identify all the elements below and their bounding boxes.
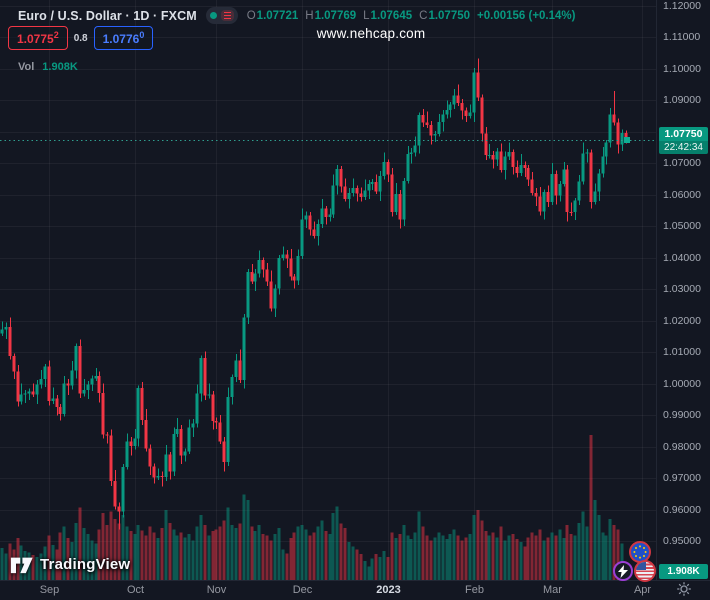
price-axis-label: 0.97000: [663, 472, 707, 484]
tradingview-mark-icon: [10, 555, 34, 574]
price-axis-label: 1.01000: [663, 346, 707, 358]
current-price-value: 1.07750: [659, 127, 708, 141]
realtime-lightning-icon[interactable]: [613, 561, 633, 581]
price-axis-label: 1.03000: [663, 283, 707, 295]
price-axis-label: 1.10000: [663, 63, 707, 75]
visibility-dot-icon: [210, 12, 217, 19]
bar-countdown: 22:42:34: [659, 141, 708, 154]
time-axis-label: Mar: [531, 584, 575, 596]
close-value: 1.07750: [428, 10, 470, 22]
usd-flag-icon[interactable]: [634, 560, 656, 582]
time-axis-label: Dec: [281, 584, 325, 596]
current-price-line: [0, 140, 656, 141]
price-axis-label: 1.04000: [663, 252, 707, 264]
open-value: 1.07721: [257, 10, 299, 22]
volume-value: 1.908K: [42, 61, 77, 73]
change-value: +0.00156 (+0.14%): [477, 10, 575, 22]
low-label: L: [363, 10, 369, 22]
price-axis-label: 1.02000: [663, 315, 707, 327]
price-axis-label: 0.95000: [663, 535, 707, 547]
price-axis-label: 1.00000: [663, 378, 707, 390]
price-axis-label: 1.06000: [663, 189, 707, 201]
tradingview-chart-window: 1.07750 22:42:34 1.908K Euro / U.S. Doll…: [0, 0, 710, 600]
watermark: www.nehcap.com: [317, 26, 426, 41]
current-price-tag[interactable]: 1.07750 22:42:34: [659, 127, 708, 154]
time-axis-label: 2023: [367, 584, 411, 596]
price-axis-label: 1.12000: [663, 0, 707, 12]
time-axis-label: Oct: [114, 584, 158, 596]
price-axis[interactable]: 1.120001.110001.100001.090001.080001.070…: [657, 0, 710, 580]
price-axis-label: 0.99000: [663, 409, 707, 421]
last-price-marker: [624, 137, 630, 143]
volume-label: Vol: [18, 61, 34, 73]
symbol-title[interactable]: Euro / U.S. Dollar · 1D · FXCM: [18, 9, 197, 23]
price-axis-label: 1.07000: [663, 157, 707, 169]
legend-toggle[interactable]: [206, 7, 238, 24]
time-axis-label: Sep: [28, 584, 72, 596]
time-axis-label: Apr: [621, 584, 665, 596]
tradingview-logo[interactable]: TradingView: [10, 555, 130, 574]
buy-button[interactable]: 1.07760: [94, 26, 154, 50]
price-axis-label: 0.96000: [663, 504, 707, 516]
time-axis[interactable]: Sep Oct Nov Dec 2023 Feb Mar Apr: [0, 581, 710, 600]
high-label: H: [305, 10, 313, 22]
ohlc-legend: O1.07721 H1.07769 L1.07645 C1.07750 +0.0…: [247, 10, 576, 22]
chart-pane[interactable]: [0, 0, 656, 580]
axis-settings-gear-icon[interactable]: [676, 581, 692, 597]
high-value: 1.07769: [315, 10, 357, 22]
current-volume-tag: 1.908K: [659, 564, 708, 579]
spread-value: 0.8: [74, 33, 88, 44]
price-axis-label: 0.98000: [663, 441, 707, 453]
sell-button[interactable]: 1.07752: [8, 26, 68, 50]
price-axis-label: 1.05000: [663, 220, 707, 232]
tradingview-logo-text: TradingView: [40, 556, 130, 573]
us-flag-canton: [636, 562, 646, 570]
volume-legend: Vol 1.908K: [18, 61, 78, 73]
open-label: O: [247, 10, 256, 22]
price-axis-label: 1.09000: [663, 94, 707, 106]
time-axis-label: Nov: [195, 584, 239, 596]
time-axis-label: Feb: [453, 584, 497, 596]
low-value: 1.07645: [371, 10, 413, 22]
menu-icon: [221, 10, 234, 21]
price-axis-label: 1.11000: [663, 31, 707, 43]
close-label: C: [419, 10, 427, 22]
